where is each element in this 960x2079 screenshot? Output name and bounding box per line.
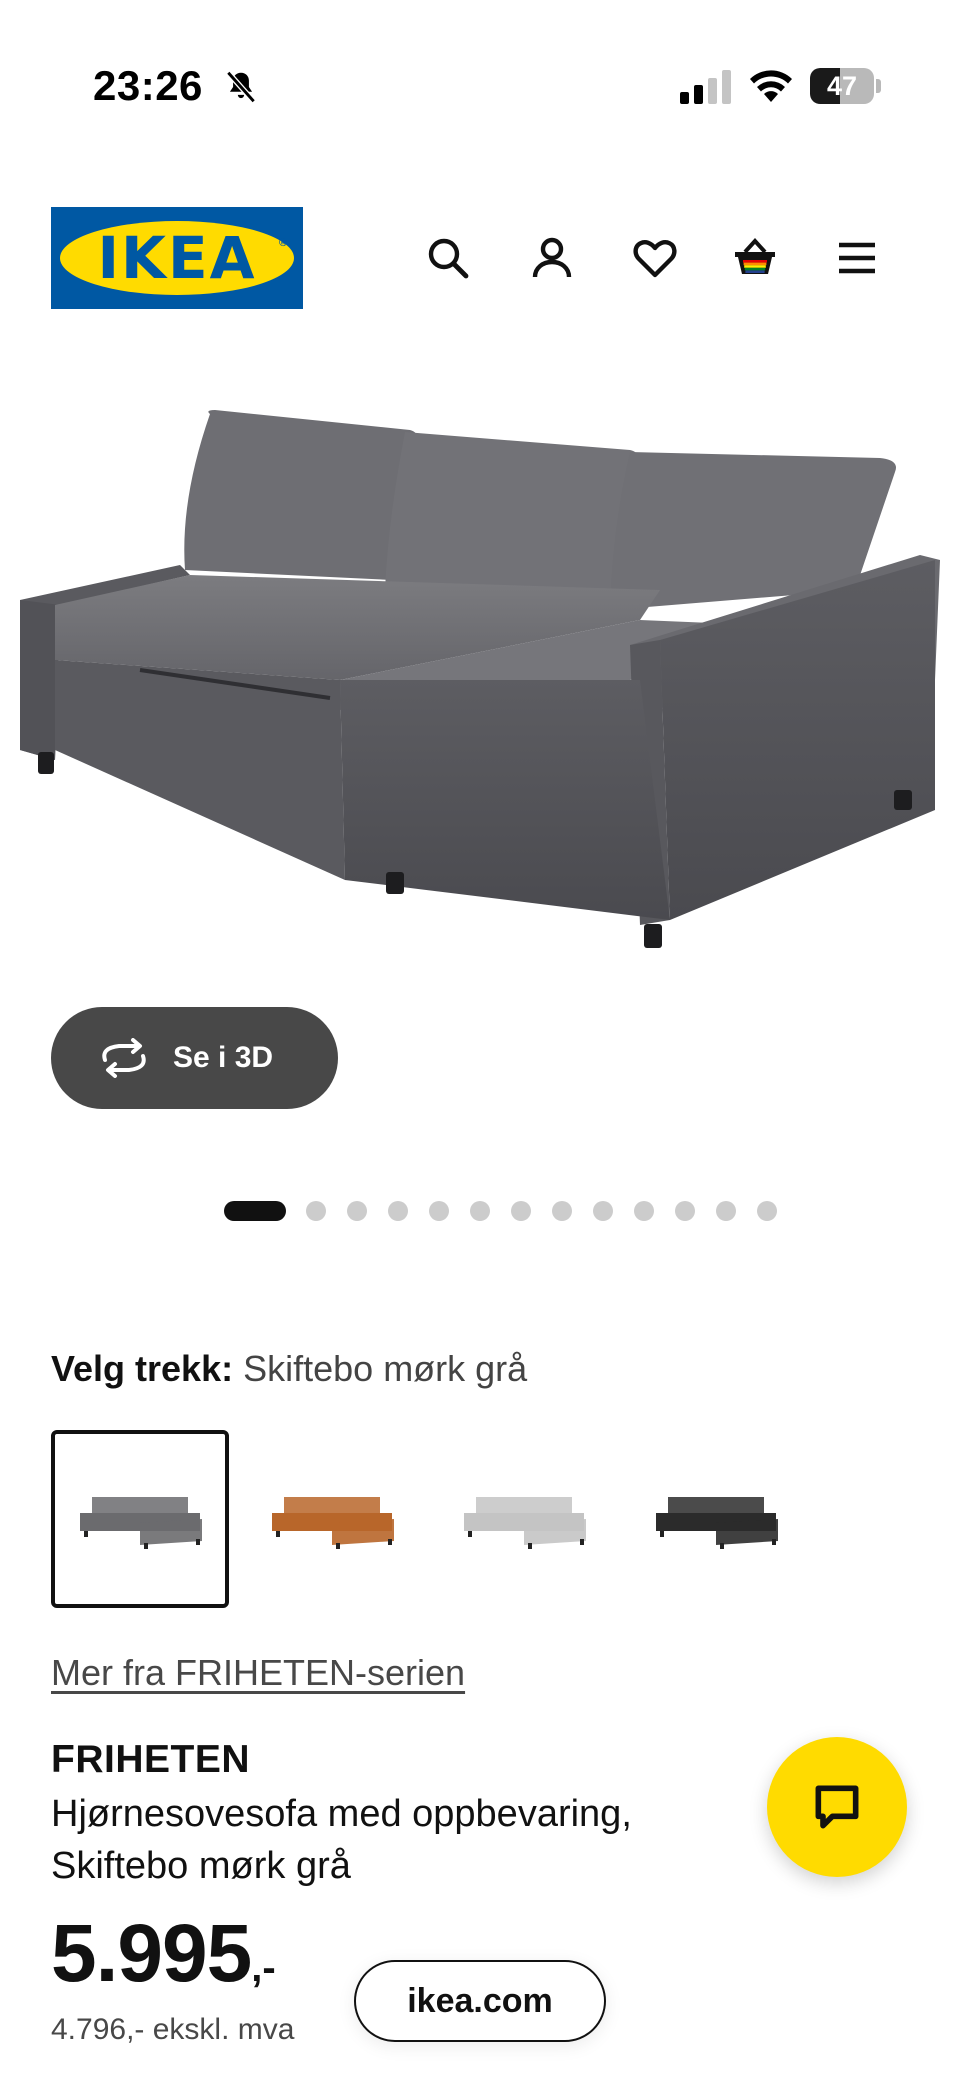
search-icon[interactable] [422,232,474,284]
browser-address-pill[interactable]: ikea.com [354,1960,606,2042]
ikea-logo[interactable]: IKEA ® [51,207,303,309]
chat-icon [815,1785,859,1829]
sofa-thumbnail-icon [80,1497,202,1549]
bell-slash-icon [226,70,256,104]
pagination-dot[interactable] [675,1201,695,1221]
sofa-thumbnail-icon [272,1497,394,1549]
pagination-dot[interactable] [470,1201,490,1221]
rotate-3d-icon [102,1038,146,1078]
basket-icon[interactable] [729,232,781,284]
price-excluding-vat: 4.796,- ekskl. mva [51,2013,295,2046]
heart-icon[interactable] [629,232,681,284]
price-suffix: ,- [251,1946,276,1990]
product-image[interactable] [0,380,960,1020]
menu-icon[interactable] [831,232,883,284]
variant-swatch[interactable] [51,1430,229,1608]
pagination-dot[interactable] [306,1201,326,1221]
see-in-3d-label: Se i 3D [173,1041,274,1074]
battery-level: 47 [826,71,858,101]
image-pagination [224,1201,798,1221]
sofa-thumbnail-icon [656,1497,778,1549]
chat-button[interactable] [767,1737,907,1877]
see-in-3d-button[interactable]: Se i 3D [51,1007,338,1109]
cellular-signal-icon [680,70,731,104]
pagination-dot[interactable] [593,1201,613,1221]
pagination-dot[interactable] [511,1201,531,1221]
logo-text: IKEA [97,224,257,292]
pagination-dot[interactable] [757,1201,777,1221]
variant-swatch[interactable] [435,1430,613,1608]
battery-indicator: 47 [810,68,881,104]
pagination-dot[interactable] [347,1201,367,1221]
variant-label: Velg trekk: [51,1348,234,1389]
pagination-dot[interactable] [429,1201,449,1221]
product-name: FRIHETEN [51,1738,250,1781]
logo-registered: ® [279,237,288,249]
variant-swatch[interactable] [243,1430,421,1608]
pagination-dot[interactable] [716,1201,736,1221]
account-icon[interactable] [526,232,578,284]
pagination-dot[interactable] [224,1201,286,1221]
variant-swatch[interactable] [627,1430,805,1608]
series-link[interactable]: Mer fra FRIHETEN-serien [51,1652,465,1694]
status-bar: 23:26 47 [0,0,960,150]
product-description-wrap: Hjørnesovesofa med oppbevaring, Skiftebo… [51,1788,871,1892]
pagination-dot[interactable] [634,1201,654,1221]
price-amount: 5.995 [51,1908,252,1999]
sofa-thumbnail-icon [464,1497,586,1549]
status-time: 23:26 [93,62,203,109]
product-description: Hjørnesovesofa med oppbevaring, Skiftebo… [51,1793,632,1887]
variant-selector-label: Velg trekk: Skiftebo mørk grå [51,1348,527,1390]
variant-value: Skiftebo mørk grå [243,1348,528,1389]
pagination-dot[interactable] [388,1201,408,1221]
wifi-icon [750,70,792,102]
pagination-dot[interactable] [552,1201,572,1221]
price: 5.995,- [51,1907,276,2001]
